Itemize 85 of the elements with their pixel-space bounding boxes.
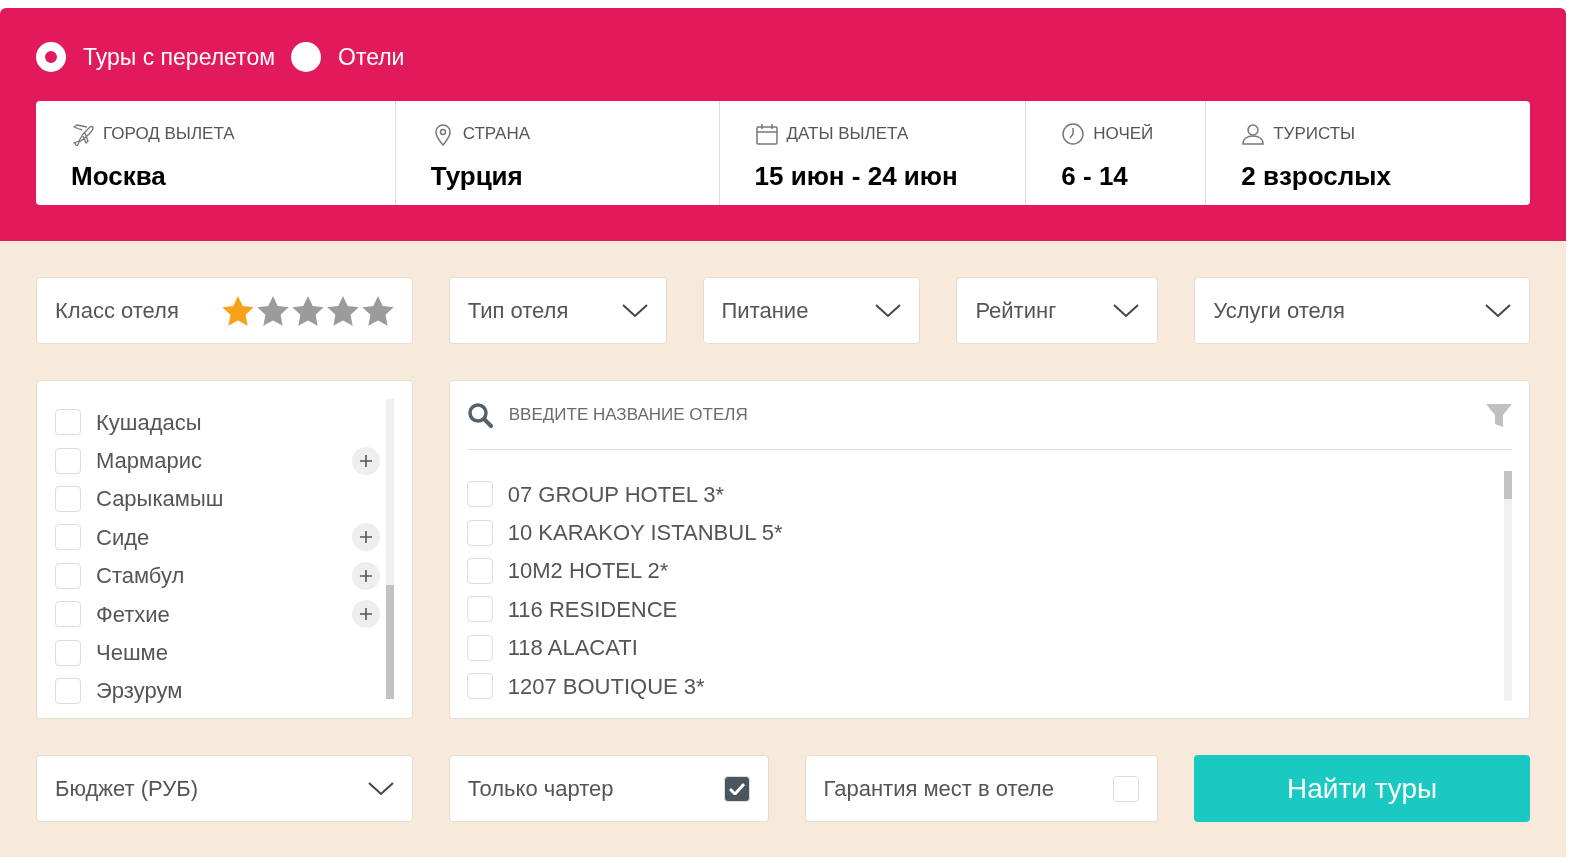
field-value: Турция — [430, 160, 524, 193]
resort-name[interactable]: Мармарис — [96, 444, 202, 478]
option-label: Только чартер — [467, 775, 614, 803]
filter-dropdown[interactable]: Питание — [702, 277, 921, 344]
checkbox[interactable] — [55, 562, 81, 589]
chevron-icon — [367, 781, 394, 796]
checkbox[interactable] — [466, 557, 493, 584]
field-value: 6 - 14 — [1061, 160, 1129, 193]
hotel-name[interactable]: 10M2 HOTEL 2* — [507, 554, 669, 588]
checkbox[interactable] — [1113, 775, 1140, 802]
search-field[interactable]: НОЧЕЙ 6 - 14 — [1026, 101, 1207, 205]
plane-icon — [71, 122, 95, 146]
filter-dropdown[interactable]: Тип отеля — [448, 277, 667, 344]
chevron-icon — [875, 303, 902, 318]
field-value: 15 июн - 24 июн — [754, 160, 959, 193]
checkbox[interactable] — [466, 596, 493, 623]
star-icon[interactable] — [326, 295, 359, 326]
field-value: Москва — [71, 160, 167, 193]
field-label: ДАТЫ ВЫЛЕТА — [786, 123, 909, 146]
checkbox[interactable] — [723, 775, 750, 802]
field-label: СТРАНА — [462, 123, 530, 146]
checkbox[interactable] — [466, 519, 493, 546]
search-field[interactable]: ТУРИСТЫ 2 взрослых — [1206, 101, 1530, 205]
filter-dropdown[interactable]: Рейтинг — [956, 277, 1159, 344]
resort-name[interactable]: Кушадасы — [96, 405, 202, 439]
star-icon[interactable] — [361, 295, 394, 326]
chevron-icon — [1485, 303, 1511, 318]
person-icon — [1241, 122, 1266, 146]
checkbox[interactable] — [55, 447, 81, 474]
budget-dropdown[interactable]: Бюджет (РУБ) — [36, 755, 413, 822]
chevron-icon — [621, 303, 648, 318]
star-icon[interactable] — [256, 295, 289, 326]
plus-icon — [360, 454, 372, 467]
star-icon[interactable] — [291, 295, 324, 326]
hotel-name[interactable]: 118 ALACATI — [507, 631, 638, 665]
checkbox[interactable] — [55, 524, 81, 551]
chevron-icon — [1113, 303, 1140, 318]
search-field[interactable]: ГОРОД ВЫЛЕТА Москва — [36, 101, 396, 205]
checkbox[interactable] — [55, 677, 81, 704]
expand-button[interactable] — [352, 561, 380, 590]
search-field[interactable]: ДАТЫ ВЫЛЕТА 15 июн - 24 июн — [719, 101, 1027, 205]
trip-type-radio[interactable]: Туры с перелетом — [36, 39, 275, 75]
resort-name[interactable]: Эрзурум — [96, 674, 183, 708]
checkbox[interactable] — [55, 601, 81, 628]
scrollbar[interactable] — [386, 399, 394, 699]
field-label: НОЧЕЙ — [1093, 123, 1154, 146]
checkbox[interactable] — [466, 634, 493, 661]
field-value: 2 взрослых — [1241, 160, 1392, 193]
resort-name[interactable]: Стамбул — [96, 559, 185, 593]
hotel-name[interactable]: 10 KARAKOY ISTANBUL 5* — [507, 516, 783, 550]
hotel-name[interactable]: 07 GROUP HOTEL 3* — [507, 477, 725, 511]
trip-type-radio[interactable]: Отели — [291, 39, 405, 75]
star-rating[interactable] — [221, 295, 394, 326]
option-label: Гарантия мест в отеле — [823, 775, 1054, 803]
filter-dropdown[interactable]: Услуги отеля — [1194, 277, 1530, 344]
resort-name[interactable]: Фетхие — [96, 597, 170, 631]
checkbox[interactable] — [55, 409, 81, 436]
field-label: ГОРОД ВЫЛЕТА — [103, 123, 235, 146]
hotel-search-field[interactable]: ВВЕДИТЕ НАЗВАНИЕ ОТЕЛЯ — [508, 402, 1486, 428]
filter-icon[interactable] — [1486, 402, 1512, 428]
search-field[interactable]: СТРАНА Турция — [395, 101, 720, 205]
checkbox[interactable] — [55, 639, 81, 666]
star-icon[interactable] — [221, 295, 254, 326]
field-label: ТУРИСТЫ — [1273, 123, 1356, 146]
resort-name[interactable]: Сиде — [96, 520, 150, 554]
resort-name[interactable]: Сарыкамыш — [96, 482, 224, 516]
scrollbar[interactable] — [1504, 471, 1512, 701]
hotel-name[interactable]: 1207 BOUTIQUE 3* — [507, 669, 705, 703]
expand-button[interactable] — [352, 600, 380, 629]
hotel-class-label: Класс отеля — [55, 297, 179, 325]
plus-icon — [360, 569, 372, 582]
plus-icon — [360, 531, 372, 544]
clock-icon — [1061, 122, 1086, 146]
checkbox[interactable] — [466, 673, 493, 700]
expand-button[interactable] — [352, 446, 380, 475]
resort-name[interactable]: Чешме — [96, 636, 168, 670]
expand-button[interactable] — [352, 523, 380, 552]
search-icon — [466, 402, 493, 428]
check-icon — [728, 782, 745, 795]
checkbox[interactable] — [55, 485, 81, 512]
plus-icon — [360, 608, 372, 621]
hotel-name[interactable]: 116 RESIDENCE — [507, 592, 678, 626]
calendar-icon — [754, 122, 779, 146]
hotel-class-filter[interactable]: Класс отеля — [36, 277, 413, 344]
checkbox[interactable] — [466, 481, 493, 508]
